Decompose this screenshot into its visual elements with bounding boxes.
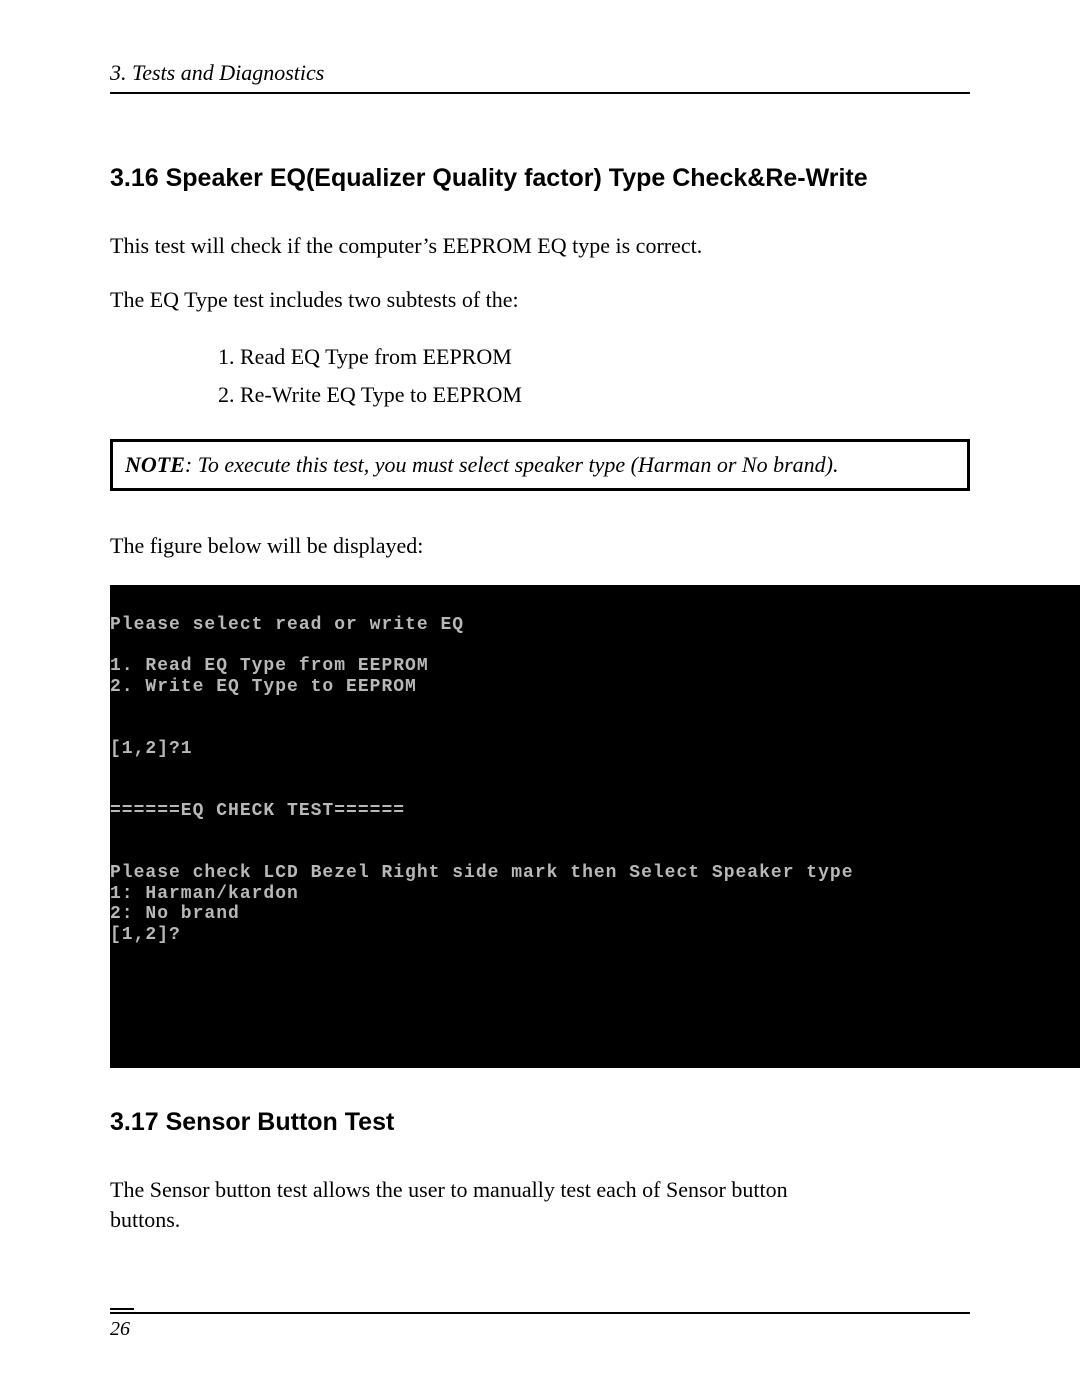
note-label: NOTE <box>125 452 185 477</box>
subtest-item: Re-Write EQ Type to EEPROM <box>240 376 970 413</box>
section-3-17-heading: 3.17 Sensor Button Test <box>110 1108 970 1137</box>
section-3-16-intro: This test will check if the computer’s E… <box>110 231 970 261</box>
section-3-16-heading: 3.16 Speaker EQ(Equalizer Quality factor… <box>110 164 970 193</box>
footer-rule-short <box>110 1308 134 1310</box>
subtests-intro: The EQ Type test includes two subtests o… <box>110 285 970 315</box>
figure-intro: The figure below will be displayed: <box>110 531 970 561</box>
note-box: NOTE: To execute this test, you must sel… <box>110 439 970 491</box>
page-number: 26 <box>110 1318 970 1341</box>
section-3-17-body: The Sensor button test allows the user t… <box>110 1175 830 1234</box>
subtests-list: Read EQ Type from EEPROM Re-Write EQ Typ… <box>110 338 970 413</box>
footer: 26 <box>110 1308 970 1341</box>
footer-rule-long <box>110 1312 970 1314</box>
terminal-screenshot: Please select read or write EQ 1. Read E… <box>110 585 1080 1068</box>
note-text: : To execute this test, you must select … <box>185 452 839 477</box>
subtest-item: Read EQ Type from EEPROM <box>240 338 970 375</box>
page: 3. Tests and Diagnostics 3.16 Speaker EQ… <box>0 0 1080 1397</box>
running-head: 3. Tests and Diagnostics <box>110 60 970 86</box>
header-rule <box>110 92 970 94</box>
